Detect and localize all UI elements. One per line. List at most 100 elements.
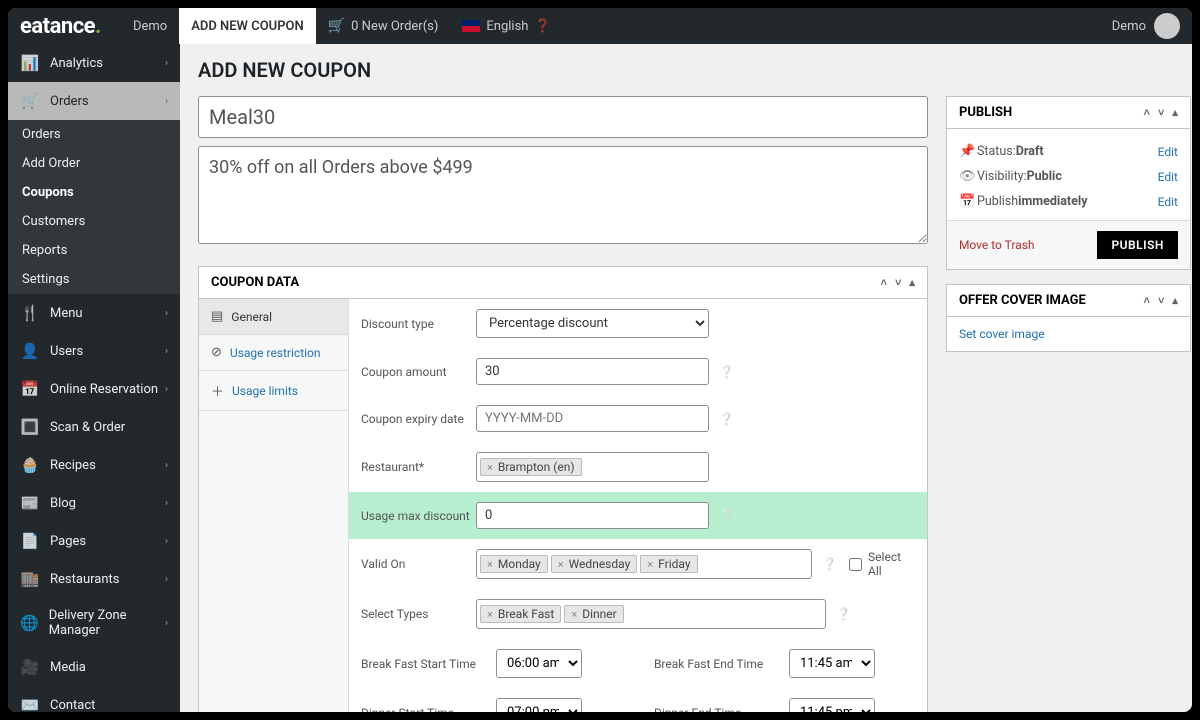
cover-image-panel: OFFER COVER IMAGE˄˅▴ Set cover image: [946, 284, 1191, 352]
select-all-checkbox[interactable]: [849, 558, 862, 571]
remove-tag-icon[interactable]: ×: [558, 558, 564, 571]
help-icon[interactable]: ❔: [719, 412, 734, 426]
dn-start-select[interactable]: 07:00 pm: [496, 698, 582, 712]
restaurant-tags[interactable]: ×Brampton (en): [476, 452, 709, 482]
remove-tag-icon[interactable]: ×: [487, 461, 493, 474]
topbar-new-orders[interactable]: 🛒0 New Order(s): [316, 8, 451, 44]
limits-icon: ＋: [211, 381, 224, 400]
publish-button[interactable]: PUBLISH: [1097, 231, 1177, 259]
topbar-active-page[interactable]: ADD NEW COUPON: [179, 8, 316, 44]
cart-icon: 🛒: [328, 18, 345, 34]
chevron-right-icon: ›: [165, 308, 168, 319]
valid-on-tags[interactable]: ×Monday×Wednesday×Friday: [476, 549, 812, 579]
general-icon: ▤: [211, 309, 223, 324]
bf-start-select[interactable]: 06:00 am: [496, 649, 582, 678]
panel-down-icon[interactable]: ˅: [895, 276, 901, 289]
sidebar-item-media[interactable]: 🎥Media: [8, 648, 180, 686]
avatar[interactable]: [1154, 13, 1180, 39]
chevron-right-icon: ›: [165, 460, 168, 471]
tag[interactable]: ×Break Fast: [480, 605, 561, 623]
submenu-coupons[interactable]: Coupons: [8, 178, 180, 207]
eye-icon: 👁: [959, 169, 977, 184]
sidebar-item-analytics[interactable]: 📊Analytics›: [8, 44, 180, 82]
panel-toggle-icon[interactable]: ▴: [1172, 106, 1178, 119]
panel-down-icon[interactable]: ˅: [1158, 294, 1164, 307]
panel-toggle-icon[interactable]: ▴: [909, 276, 915, 289]
sidebar-icon: 📅: [20, 380, 40, 398]
topbar-demo[interactable]: Demo: [121, 8, 179, 44]
submenu-orders[interactable]: Orders: [8, 120, 180, 149]
sidebar-item-scan-&-order[interactable]: 🔳Scan & Order: [8, 408, 180, 446]
submenu-customers[interactable]: Customers: [8, 207, 180, 236]
chevron-right-icon: ›: [165, 384, 168, 395]
chevron-right-icon: ›: [165, 498, 168, 509]
sidebar-item-blog[interactable]: 📰Blog›: [8, 484, 180, 522]
remove-tag-icon[interactable]: ×: [571, 608, 577, 621]
dn-end-select[interactable]: 11:45 pm: [789, 698, 875, 712]
panel-up-icon[interactable]: ˄: [1144, 106, 1150, 119]
remove-tag-icon[interactable]: ×: [487, 558, 493, 571]
panel-toggle-icon[interactable]: ▴: [1172, 294, 1178, 307]
sidebar-item-recipes[interactable]: 🧁Recipes›: [8, 446, 180, 484]
chevron-right-icon: ›: [165, 574, 168, 585]
sidebar-icon: 🍴: [20, 304, 40, 322]
remove-tag-icon[interactable]: ×: [647, 558, 653, 571]
sidebar-item-users[interactable]: 👤Users›: [8, 332, 180, 370]
topbar-language[interactable]: English❓: [450, 8, 562, 44]
tab-usage-restriction[interactable]: ⊘Usage restriction: [199, 335, 348, 371]
tab-general[interactable]: ▤General: [199, 299, 348, 335]
publish-panel: PUBLISH˄˅▴ 📌Status: DraftEdit 👁Visibilit…: [946, 96, 1191, 270]
usage-max-input[interactable]: [476, 502, 709, 529]
coupon-data-panel: COUPON DATA ˄˅▴ ▤General ⊘Usage restrict…: [198, 266, 928, 712]
topbar-user[interactable]: Demo: [1112, 19, 1146, 34]
sidebar-item-orders[interactable]: 🛒Orders›: [8, 82, 180, 120]
coupon-name-input[interactable]: [198, 96, 928, 138]
set-cover-image[interactable]: Set cover image: [959, 327, 1045, 341]
sidebar-item-pages[interactable]: 📄Pages›: [8, 522, 180, 560]
expiry-input[interactable]: [476, 405, 709, 432]
panel-up-icon[interactable]: ˄: [1144, 294, 1150, 307]
submenu-settings[interactable]: Settings: [8, 265, 180, 294]
sidebar-item-restaurants[interactable]: 🏬Restaurants›: [8, 560, 180, 598]
tag[interactable]: ×Wednesday: [551, 555, 638, 573]
sidebar-item-menu[interactable]: 🍴Menu›: [8, 294, 180, 332]
help-icon[interactable]: ❔: [822, 557, 837, 571]
sidebar-icon: ✉️: [20, 696, 40, 712]
sidebar-item-contact[interactable]: ✉️Contact: [8, 686, 180, 712]
tag[interactable]: ×Brampton (en): [480, 458, 582, 476]
bf-end-select[interactable]: 11:45 am: [789, 649, 875, 678]
sidebar-icon: 📊: [20, 54, 40, 72]
submenu-add-order[interactable]: Add Order: [8, 149, 180, 178]
edit-time[interactable]: Edit: [1158, 195, 1178, 209]
restriction-icon: ⊘: [211, 345, 222, 360]
edit-visibility[interactable]: Edit: [1158, 170, 1178, 184]
chevron-right-icon: ›: [165, 96, 168, 107]
edit-status[interactable]: Edit: [1158, 145, 1178, 159]
tag[interactable]: ×Dinner: [564, 605, 623, 623]
discount-type-select[interactable]: Percentage discount: [476, 309, 709, 338]
tag[interactable]: ×Friday: [640, 555, 697, 573]
remove-tag-icon[interactable]: ×: [487, 608, 493, 621]
panel-up-icon[interactable]: ˄: [881, 276, 887, 289]
chevron-right-icon: ›: [165, 58, 168, 69]
submenu-reports[interactable]: Reports: [8, 236, 180, 265]
sidebar-icon: 🎥: [20, 658, 40, 676]
select-types-tags[interactable]: ×Break Fast×Dinner: [476, 599, 826, 629]
sidebar-item-online-reservation[interactable]: 📅Online Reservation›: [8, 370, 180, 408]
coupon-description[interactable]: 30% off on all Orders above $499: [198, 146, 928, 244]
chevron-right-icon: ›: [165, 618, 168, 629]
help-icon[interactable]: ❔: [836, 607, 851, 621]
panel-down-icon[interactable]: ˅: [1158, 106, 1164, 119]
help-icon[interactable]: ❔: [719, 365, 734, 379]
tag[interactable]: ×Monday: [480, 555, 548, 573]
sidebar-icon: 👤: [20, 342, 40, 360]
chevron-right-icon: ›: [165, 346, 168, 357]
sidebar-item-delivery-zone-manager[interactable]: 🌐Delivery Zone Manager›: [8, 598, 180, 648]
tab-usage-limits[interactable]: ＋Usage limits: [199, 371, 348, 411]
coupon-amount-input[interactable]: [476, 358, 709, 385]
move-to-trash[interactable]: Move to Trash: [959, 238, 1035, 252]
help-icon[interactable]: ❔: [719, 509, 734, 523]
sidebar-icon: 🧁: [20, 456, 40, 474]
sidebar-icon: 📰: [20, 494, 40, 512]
sidebar-icon: 🛒: [20, 92, 40, 110]
